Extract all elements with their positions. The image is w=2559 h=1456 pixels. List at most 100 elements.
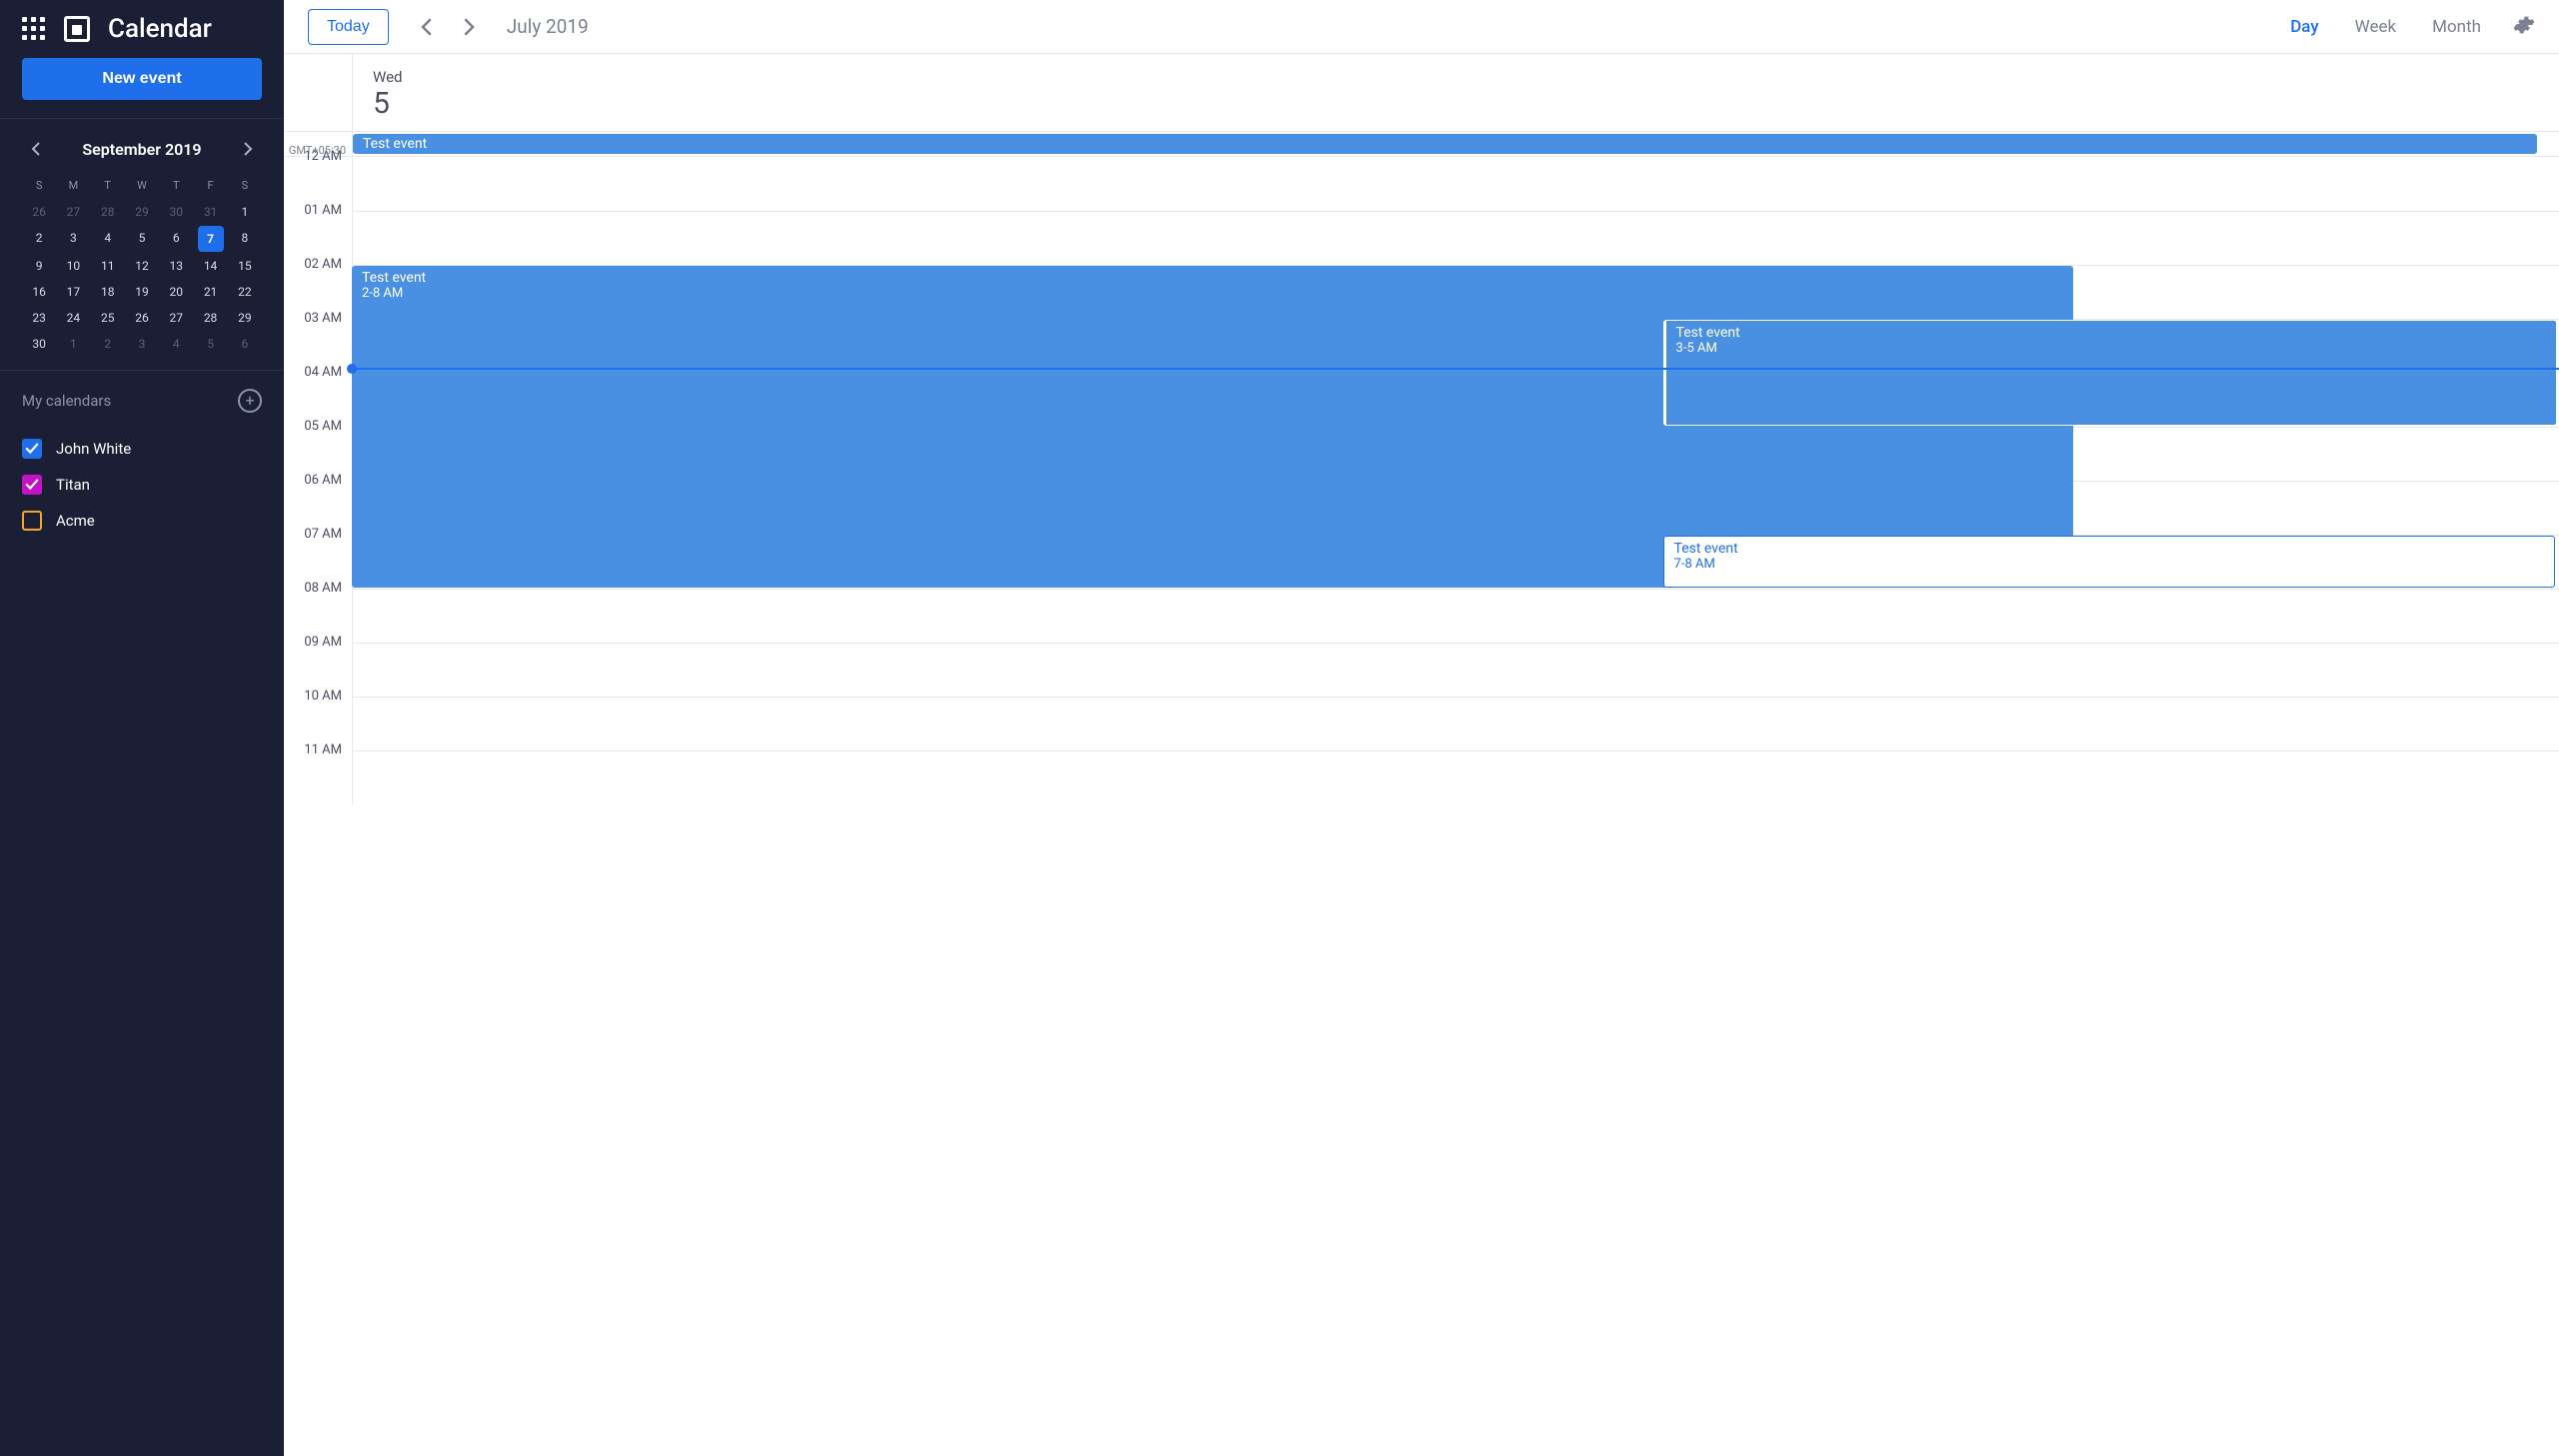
mini-day[interactable]: 25 — [91, 306, 125, 330]
events-layer: Test event2-8 AMTest event3-5 AMTest eve… — [352, 157, 2559, 804]
view-tab-week[interactable]: Week — [2351, 5, 2400, 49]
calendar-item[interactable]: John White — [22, 431, 262, 467]
calendar-checkbox[interactable] — [22, 475, 42, 495]
mini-day[interactable]: 27 — [56, 200, 90, 224]
mini-day[interactable]: 19 — [125, 280, 159, 304]
mini-day[interactable]: 26 — [125, 306, 159, 330]
hour-label: 03 AM — [284, 311, 352, 365]
mini-cal-grid: SMTWTFS262728293031123456789101112131415… — [22, 173, 262, 356]
today-button[interactable]: Today — [308, 9, 389, 45]
mini-day[interactable]: 23 — [22, 306, 56, 330]
mini-day[interactable]: 15 — [228, 254, 262, 278]
mini-day[interactable]: 30 — [22, 332, 56, 356]
mini-cal-title: September 2019 — [82, 140, 201, 159]
timezone-label: GMT+05:30 — [284, 144, 352, 157]
mini-day[interactable]: 30 — [159, 200, 193, 224]
main: Today July 2019 DayWeekMonth GMT+05:30 W… — [284, 0, 2559, 1456]
mini-prev-month[interactable] — [22, 135, 50, 163]
mini-day[interactable]: 11 — [91, 254, 125, 278]
mini-day[interactable]: 12 — [125, 254, 159, 278]
mini-dow: M — [56, 173, 90, 198]
calendar-label: Acme — [56, 512, 95, 530]
calendar-checkbox[interactable] — [22, 511, 42, 531]
allday-cell[interactable]: Test event — [352, 132, 2559, 156]
allday-event[interactable]: Test event — [353, 134, 2537, 154]
hour-label: 10 AM — [284, 689, 352, 742]
view-tabs: Day Week Month — [2286, 5, 2485, 49]
mini-day[interactable]: 5 — [125, 226, 159, 252]
hour-label: 08 AM — [284, 581, 352, 635]
event-time: 7-8 AM — [1674, 557, 2544, 572]
mini-day[interactable]: 6 — [159, 226, 193, 252]
mini-day[interactable]: 27 — [159, 306, 193, 330]
event-time: 3-5 AM — [1676, 341, 2546, 356]
calendar-label: John White — [56, 440, 131, 458]
event-time: 2-8 AM — [362, 286, 2063, 301]
mini-day[interactable]: 1 — [228, 200, 262, 224]
mini-day[interactable]: 26 — [22, 200, 56, 224]
time-grid[interactable]: 12 AM01 AM02 AM03 AM04 AM05 AM06 AM07 AM… — [284, 157, 2559, 804]
mini-day[interactable]: 28 — [193, 306, 227, 330]
mini-day[interactable]: 4 — [91, 226, 125, 252]
mini-day[interactable]: 24 — [56, 306, 90, 330]
calendar-label: Titan — [56, 476, 90, 494]
day-view[interactable]: GMT+05:30 Wed 5 Test event 12 AM01 AM02 … — [284, 54, 2559, 1456]
mini-day[interactable]: 13 — [159, 254, 193, 278]
add-calendar-button[interactable]: + — [238, 389, 262, 413]
hour-label: 07 AM — [284, 527, 352, 581]
mini-day[interactable]: 7 — [198, 226, 224, 252]
mini-dow: T — [91, 173, 125, 198]
view-tab-day[interactable]: Day — [2286, 5, 2322, 49]
mini-day[interactable]: 20 — [159, 280, 193, 304]
mini-day[interactable]: 22 — [228, 280, 262, 304]
apps-icon[interactable] — [22, 17, 46, 41]
date-number: 5 — [373, 86, 2539, 121]
mini-dow: F — [193, 173, 227, 198]
mini-day[interactable]: 6 — [228, 332, 262, 356]
sidebar-header: Calendar — [0, 0, 284, 58]
event-title: Test event — [362, 270, 2063, 286]
calendar-item[interactable]: Acme — [22, 503, 262, 539]
mini-day[interactable]: 29 — [125, 200, 159, 224]
mini-day[interactable]: 14 — [193, 254, 227, 278]
calendar-item[interactable]: Titan — [22, 467, 262, 503]
mini-day[interactable]: 16 — [22, 280, 56, 304]
hour-label: 05 AM — [284, 419, 352, 473]
hour-label: 11 AM — [284, 742, 352, 796]
event-title: Test event — [1676, 325, 2546, 341]
mini-day[interactable]: 21 — [193, 280, 227, 304]
hour-label: 12 AM — [284, 149, 352, 203]
mini-day[interactable]: 2 — [91, 332, 125, 356]
next-period-button[interactable] — [457, 14, 483, 40]
new-event-button[interactable]: New event — [22, 58, 262, 100]
mini-day[interactable]: 29 — [228, 306, 262, 330]
mini-day[interactable]: 5 — [193, 332, 227, 356]
mini-day[interactable]: 9 — [22, 254, 56, 278]
mini-day[interactable]: 17 — [56, 280, 90, 304]
dow-label: Wed — [373, 68, 2539, 86]
settings-button[interactable] — [2513, 14, 2535, 40]
mini-day[interactable]: 10 — [56, 254, 90, 278]
hour-label: 02 AM — [284, 257, 352, 311]
mini-day[interactable]: 2 — [22, 226, 56, 252]
mini-dow: T — [159, 173, 193, 198]
day-header: GMT+05:30 Wed 5 — [284, 54, 2559, 132]
mini-day[interactable]: 31 — [193, 200, 227, 224]
event[interactable]: Test event3-5 AM — [1663, 320, 2557, 426]
hour-label: 04 AM — [284, 365, 352, 419]
prev-period-button[interactable] — [413, 14, 439, 40]
mini-day[interactable]: 3 — [56, 226, 90, 252]
mini-day[interactable]: 18 — [91, 280, 125, 304]
mini-day[interactable]: 3 — [125, 332, 159, 356]
event[interactable]: Test event7-8 AM — [1663, 536, 2555, 588]
mini-day[interactable]: 1 — [56, 332, 90, 356]
view-tab-month[interactable]: Month — [2428, 5, 2485, 49]
mini-next-month[interactable] — [234, 135, 262, 163]
mini-calendar: September 2019 SMTWTFS262728293031123456… — [0, 119, 284, 370]
mini-day[interactable]: 28 — [91, 200, 125, 224]
mini-day[interactable]: 4 — [159, 332, 193, 356]
calendar-checkbox[interactable] — [22, 439, 42, 459]
hour-label: 06 AM — [284, 473, 352, 527]
mini-day[interactable]: 8 — [228, 226, 262, 252]
mini-dow: S — [228, 173, 262, 198]
